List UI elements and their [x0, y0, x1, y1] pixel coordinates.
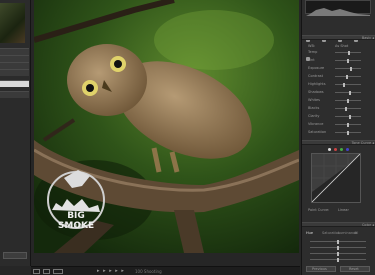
preset-row[interactable]: [0, 62, 29, 69]
adjust-slider[interactable]: [335, 90, 361, 95]
loupe-view-icon[interactable]: [43, 269, 50, 274]
adjust-slider[interactable]: [335, 114, 361, 119]
slider-knob[interactable]: [337, 257, 339, 262]
slider-label: Saturation: [308, 130, 327, 134]
slider-label: Highlights: [308, 82, 326, 86]
adjust-slider[interactable]: [335, 122, 361, 127]
adjust-slider[interactable]: [335, 98, 361, 103]
preset-row[interactable]: [0, 48, 29, 55]
slider-knob[interactable]: [348, 114, 351, 119]
slider-knob[interactable]: [345, 74, 348, 79]
slider-knob[interactable]: [349, 66, 352, 71]
tone-curve-header[interactable]: Tone Curve ◂: [302, 140, 375, 145]
hsl-tab[interactable]: All: [354, 231, 358, 235]
slider-label: Exposure: [308, 66, 325, 70]
adjust-slider[interactable]: [335, 106, 361, 111]
slider-label: Contrast: [308, 74, 323, 78]
adjust-slider[interactable]: [335, 50, 361, 55]
slider-knob[interactable]: [337, 239, 339, 244]
point-curve-label: Point Curve:: [308, 208, 330, 212]
adjust-slider[interactable]: [335, 66, 361, 71]
slider-label: Temp: [308, 50, 318, 54]
reset-button[interactable]: Reset: [340, 266, 370, 272]
blue-channel-icon[interactable]: [346, 148, 349, 151]
preset-row[interactable]: [0, 91, 29, 98]
slider-knob[interactable]: [337, 245, 339, 250]
hsl-slider[interactable]: [310, 251, 366, 256]
previous-button[interactable]: Previous: [306, 266, 336, 272]
slider-knob[interactable]: [348, 50, 351, 55]
basic-section-header[interactable]: Basic ◂: [302, 35, 375, 40]
preset-row[interactable]: [0, 69, 29, 76]
toolbar-label: 100 Shooting: [135, 269, 162, 274]
watermark-subtitle: BIRDING: [63, 223, 89, 228]
green-channel-icon[interactable]: [340, 148, 343, 151]
slider-label: Vibrance: [308, 122, 324, 126]
copy-button[interactable]: [3, 252, 27, 259]
compare-view-icon[interactable]: [53, 269, 63, 274]
basic-section-label: Basic ◂: [361, 36, 374, 40]
right-panel: Basic ◂ WB: As Shot Temp Tint Exposure Cont…: [301, 0, 375, 275]
lightroom-develop-window: BIG SMOKE BIRDING ▸ ▸ ▸ ▸ ▸ 100 Shooting…: [0, 0, 375, 275]
point-curve-select[interactable]: Linear: [338, 208, 349, 212]
rating-dots[interactable]: ▸ ▸ ▸ ▸ ▸: [97, 268, 125, 274]
slider-knob[interactable]: [347, 98, 349, 103]
adjust-slider[interactable]: [335, 58, 361, 63]
color-section-label: Color ◂: [361, 223, 374, 227]
hsl-slider[interactable]: [310, 245, 366, 250]
toolbar: ▸ ▸ ▸ ▸ ▸ 100 Shooting: [31, 266, 300, 275]
tool-strip: [306, 27, 372, 61]
red-channel-icon[interactable]: [334, 148, 337, 151]
hsl-tab[interactable]: Hue: [306, 231, 313, 235]
slider-knob[interactable]: [347, 130, 349, 135]
reset-button-label: Reset: [349, 267, 359, 271]
left-panel: [0, 0, 31, 266]
slider-knob[interactable]: [337, 251, 339, 256]
watermark-title: BIG SMOKE: [57, 211, 95, 231]
slider-knob[interactable]: [346, 58, 349, 63]
grid-view-icon[interactable]: [33, 269, 40, 274]
navigator-thumbnail[interactable]: [0, 3, 25, 43]
slider-knob[interactable]: [344, 106, 347, 111]
wb-label: WB:: [308, 44, 316, 48]
preset-row[interactable]: [0, 55, 29, 62]
adjust-slider[interactable]: [335, 82, 361, 87]
adjust-slider[interactable]: [335, 130, 361, 135]
tone-curve-label: Tone Curve ◂: [351, 141, 374, 145]
hsl-slider[interactable]: [310, 239, 366, 244]
rgb-channel-icon[interactable]: [328, 148, 331, 151]
slider-knob[interactable]: [347, 122, 350, 127]
slider-knob[interactable]: [349, 90, 352, 95]
slider-label: Shadows: [308, 90, 324, 94]
slider-label: Tint: [308, 58, 315, 62]
preset-row-selected[interactable]: [0, 80, 29, 87]
slider-label: Whites: [308, 98, 321, 102]
slider-label: Blacks: [308, 106, 320, 110]
adjust-slider[interactable]: [335, 74, 361, 79]
tone-curve-graph[interactable]: [311, 153, 361, 203]
curve-channel-row: [302, 147, 375, 152]
hsl-slider[interactable]: [310, 257, 366, 262]
photo-canvas[interactable]: BIG SMOKE BIRDING: [34, 0, 299, 253]
wb-select[interactable]: As Shot: [335, 44, 348, 48]
slider-knob[interactable]: [343, 82, 346, 87]
slider-label: Clarity: [308, 114, 320, 118]
previous-button-label: Previous: [312, 267, 327, 271]
color-section-header[interactable]: Color ◂: [302, 222, 375, 227]
histogram: [305, 0, 371, 16]
